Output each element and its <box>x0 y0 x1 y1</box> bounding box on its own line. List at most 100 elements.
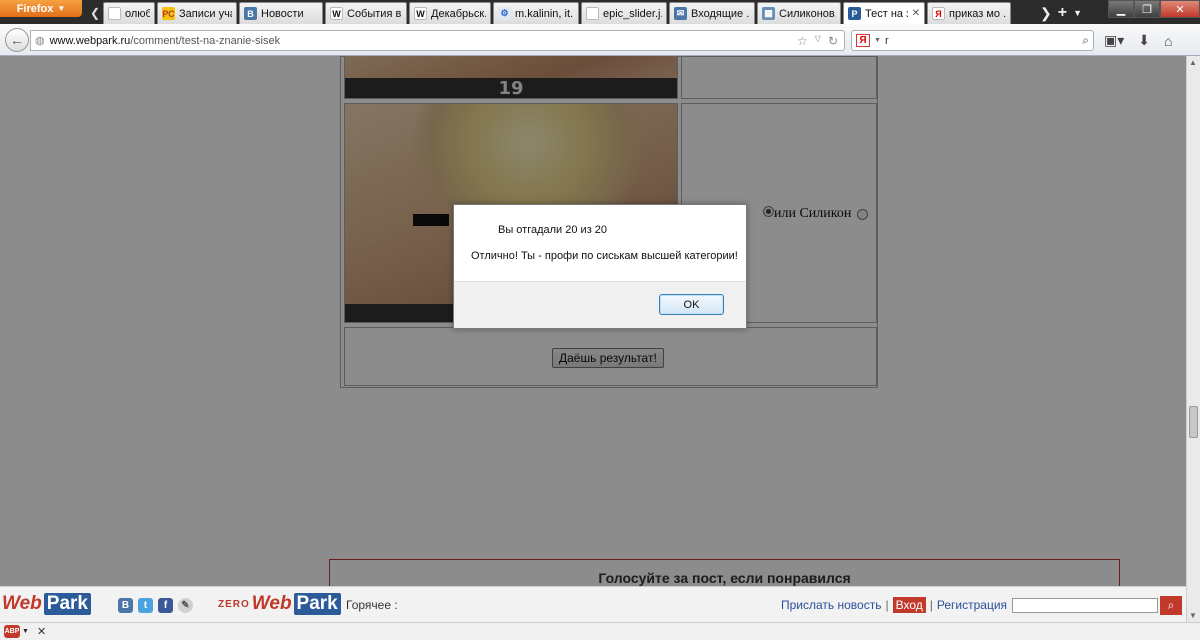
chevron-down-icon: ▼ <box>57 4 66 13</box>
maximize-icon[interactable]: ❐ <box>1134 0 1160 18</box>
bookmarks-menu-icon[interactable]: ▣▾ <box>1104 32 1124 49</box>
link-separator: | <box>885 598 889 612</box>
close-tab-icon[interactable]: ✕ <box>912 8 920 19</box>
new-tab-icon[interactable]: + <box>1058 4 1067 22</box>
adblock-icon[interactable]: ABP <box>4 625 20 638</box>
ok-button[interactable]: OK <box>659 294 724 315</box>
search-icon: ⌕ <box>1167 598 1175 612</box>
home-icon[interactable]: ⌂ <box>1164 33 1172 49</box>
tab-6[interactable]: epic_slider.j... <box>581 2 667 24</box>
login-link[interactable]: Вход <box>892 597 926 613</box>
mail-icon: ✉ <box>674 7 687 20</box>
tab-8[interactable]: ▦ Силиконов... <box>757 2 841 24</box>
search-icon[interactable]: ⌕ <box>1082 33 1089 48</box>
tab-title: Силиконов... <box>779 7 836 20</box>
firefox-menu-button[interactable]: Firefox ▼ <box>0 0 82 17</box>
history-dropdown-icon[interactable]: ▽ <box>815 34 821 48</box>
tab-1[interactable]: РС Записи уча... <box>157 2 237 24</box>
alert-dialog: Вы отгадали 20 из 20 Отлично! Ты - профи… <box>453 204 747 329</box>
tab-title: m.kalinin, it... <box>515 7 574 20</box>
search-input[interactable] <box>884 34 1079 47</box>
back-button[interactable]: ← <box>5 28 29 52</box>
tab-2[interactable]: В Новости <box>239 2 323 24</box>
tab-0[interactable]: олюби... <box>103 2 155 24</box>
bookmark-star-icon[interactable]: ☆ <box>797 34 808 48</box>
vk-icon[interactable]: B <box>118 598 133 613</box>
page-scrollbar[interactable]: ▲ ▼ <box>1186 56 1200 622</box>
scroll-down-icon[interactable]: ▼ <box>1189 611 1197 620</box>
url-path: /comment/test-na-znanie-sisek <box>130 34 281 47</box>
adblock-dropdown-icon[interactable]: ▼ <box>22 628 29 635</box>
blank-page-icon <box>586 7 599 20</box>
navigation-bar: ← ◍ www.webpark.ru/comment/test-na-znani… <box>0 24 1200 56</box>
logo-zero-text: ZERO <box>218 598 250 610</box>
webpark-logo[interactable]: Web Park <box>2 593 91 615</box>
twitter-icon[interactable]: t <box>138 598 153 613</box>
window-controls: ▁ ❐ ✕ <box>1108 0 1200 18</box>
tab-title: Декабрьск... <box>431 7 486 20</box>
logo-park-text-2: Park <box>293 593 341 615</box>
scroll-up-icon[interactable]: ▲ <box>1189 58 1197 67</box>
tab-scroll-right-icon[interactable]: ❯ <box>1040 5 1052 22</box>
tab-title: приказ мо ... <box>949 7 1006 20</box>
send-news-link[interactable]: Прислать новость <box>781 598 881 612</box>
downloads-icon[interactable]: ⬇ <box>1138 32 1150 49</box>
search-bar[interactable]: Я ▼ ⌕ <box>851 30 1094 51</box>
facebook-icon[interactable]: f <box>158 598 173 613</box>
tab-tools: ❯ + ▼ <box>1040 2 1082 24</box>
logo-web-text-2: Web <box>251 593 292 614</box>
url-text[interactable]: www.webpark.ru/comment/test-na-znanie-si… <box>50 35 792 47</box>
tab-7[interactable]: ✉ Входящие ... <box>669 2 755 24</box>
logo-web-text: Web <box>2 593 42 614</box>
zero-webpark-logo[interactable]: ZERO Web Park <box>218 593 341 615</box>
tab-list-dropdown-icon[interactable]: ▼ <box>1073 8 1082 18</box>
search-engine-dropdown-icon[interactable]: ▼ <box>874 37 881 44</box>
image-icon: ▦ <box>762 7 775 20</box>
minimize-icon[interactable]: ▁ <box>1108 0 1134 18</box>
webpark-icon: P <box>848 7 861 20</box>
firefox-menu-label: Firefox <box>16 2 54 15</box>
page-icon <box>108 7 121 20</box>
tab-scroll-left-icon[interactable]: ❮ <box>88 2 102 23</box>
tab-title: Тест на з... <box>865 7 908 20</box>
tab-10[interactable]: Яприказ мо ... <box>927 2 1011 24</box>
tab-title: Новости <box>261 7 304 20</box>
dialog-body: Вы отгадали 20 из 20 Отлично! Ты - профи… <box>454 205 746 281</box>
tab-title: epic_slider.j... <box>603 7 662 20</box>
hot-label: Горячее : <box>346 598 398 612</box>
site-search-input[interactable] <box>1012 598 1158 613</box>
close-window-icon[interactable]: ✕ <box>1160 0 1200 18</box>
page-content: 19 или Силикон Даёшь результат! Голосуйт… <box>0 56 1186 622</box>
scrollbar-thumb[interactable] <box>1189 406 1198 438</box>
tab-5[interactable]: ⚙ m.kalinin, it... <box>493 2 579 24</box>
reload-icon[interactable]: ↻ <box>828 34 838 48</box>
rs-icon: РС <box>162 7 175 20</box>
close-addon-bar-icon[interactable]: ✕ <box>37 625 46 638</box>
browser-window: Firefox ▼ ❮ олюби... РС Записи уча... В Ново… <box>0 0 1200 640</box>
url-host: www.webpark.ru <box>49 34 131 47</box>
site-globe-icon: ◍ <box>35 35 45 47</box>
network-icon: ⚙ <box>498 7 511 20</box>
modal-overlay <box>0 56 1186 622</box>
link-separator-2: | <box>929 598 933 612</box>
tab-4[interactable]: W Декабрьск... <box>409 2 491 24</box>
tab-title: Входящие ... <box>691 7 750 20</box>
tab-title: События в ... <box>347 7 402 20</box>
wikipedia-icon: W <box>330 7 343 20</box>
nav-tools: ▣▾ ⬇ ⌂ <box>1104 30 1172 51</box>
dialog-message-text: Отлично! Ты - профи по сиськам высшей ка… <box>471 250 738 262</box>
yandex-logo-icon[interactable]: Я <box>856 34 870 47</box>
site-bottom-bar: Web Park B t f ✎ ZERO Web Park Горячее : Пр… <box>0 586 1186 622</box>
livejournal-icon[interactable]: ✎ <box>178 598 193 613</box>
site-search-button[interactable]: ⌕ <box>1160 596 1182 615</box>
tab-strip: Firefox ▼ ❮ олюби... РС Записи уча... В Ново… <box>0 0 1200 24</box>
tab-3[interactable]: W События в ... <box>325 2 407 24</box>
register-link[interactable]: Регистрация <box>937 598 1007 612</box>
yandex-icon: Я <box>932 7 945 20</box>
vk-icon: В <box>244 7 257 20</box>
url-bar[interactable]: ◍ www.webpark.ru/comment/test-na-znanie-… <box>30 30 845 51</box>
addon-bar: ABP ▼ ✕ <box>0 622 1200 640</box>
tab-9[interactable]: P Тест на з... ✕ <box>843 2 925 24</box>
tab-title: олюби... <box>125 7 150 20</box>
dialog-footer: OK <box>454 281 746 328</box>
